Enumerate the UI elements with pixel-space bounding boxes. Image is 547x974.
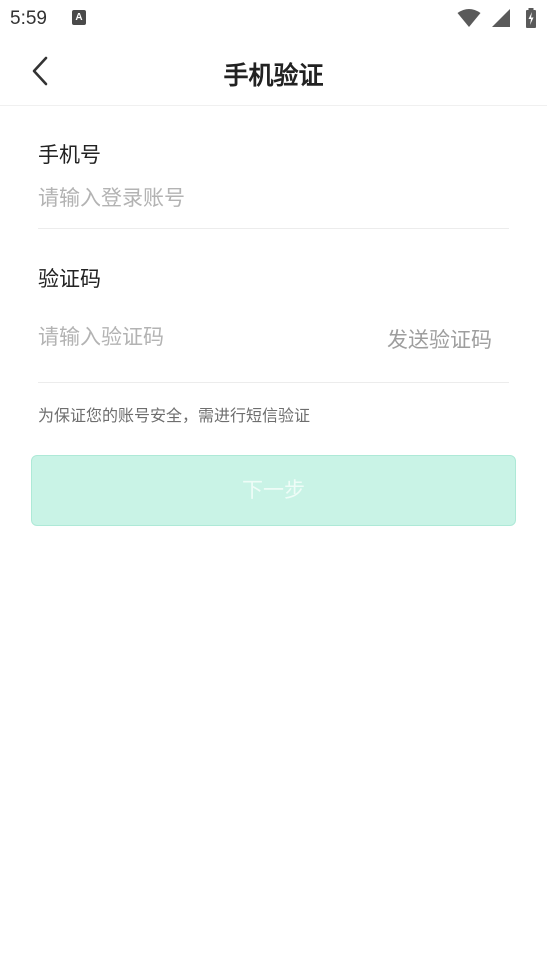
phone-label: 手机号 [38,143,101,167]
notification-icon: A [72,10,86,25]
status-bar: 5:59 A [0,0,547,36]
page-title: 手机验证 [223,61,324,90]
code-input[interactable] [38,317,368,357]
status-time: 5:59 [10,8,47,29]
security-hint: 为保证您的账号安全，需进行短信验证 [38,406,311,425]
app-header: 手机验证 [0,36,547,106]
phone-input[interactable] [38,178,368,218]
send-code-button[interactable]: 发送验证码 [387,324,492,354]
code-divider [38,382,509,383]
next-step-button[interactable]: 下一步 [31,455,516,526]
battery-icon [526,8,536,28]
cell-signal-icon [492,9,510,27]
phone-divider [38,228,509,229]
code-label: 验证码 [38,267,101,291]
wifi-icon [457,9,481,27]
